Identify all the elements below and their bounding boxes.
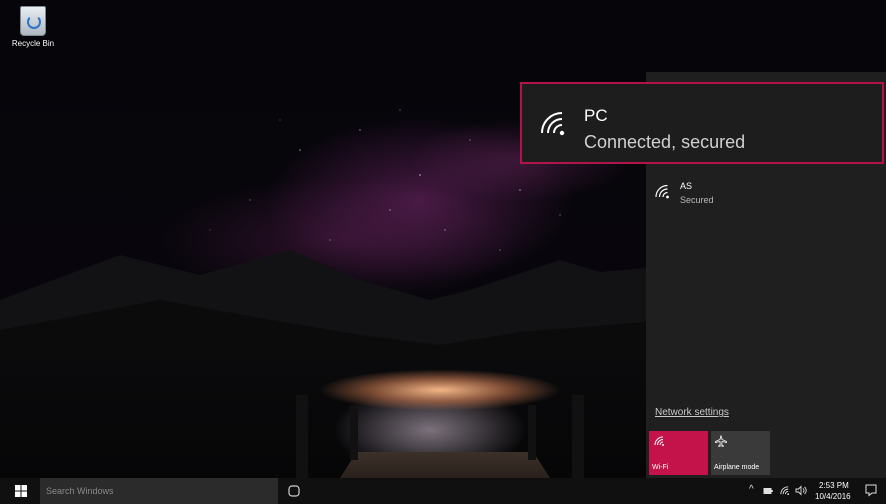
search-placeholder: Search Windows — [46, 486, 114, 496]
pier-post — [572, 395, 584, 478]
recycle-bin-icon — [20, 6, 46, 36]
windows-logo-icon — [15, 485, 27, 497]
network-item-highlighted[interactable]: PC Connected, secured — [520, 82, 884, 164]
network-item-pc[interactable]: PC Connected, secured — [522, 84, 882, 162]
network-item-as[interactable]: AS Secured — [654, 178, 854, 212]
desktop-screen: Recycle Bin PC Connected, secured AS Sec… — [0, 0, 886, 504]
airplane-mode-tile[interactable]: Airplane mode — [711, 431, 770, 475]
wifi-icon — [655, 184, 669, 199]
network-settings-link[interactable]: Network settings — [655, 407, 729, 418]
pier-post — [528, 405, 536, 460]
start-button[interactable] — [0, 478, 40, 504]
pier-post — [296, 395, 308, 478]
volume-icon[interactable] — [795, 485, 807, 496]
recycle-bin-label: Recycle Bin — [11, 39, 55, 48]
clock-time[interactable]: 2:53 PM — [819, 481, 849, 490]
wallpaper-pier — [340, 452, 550, 478]
battery-icon[interactable] — [763, 487, 773, 495]
pier-post — [350, 405, 358, 460]
wifi-tile[interactable]: Wi-Fi — [649, 431, 708, 475]
network-status: Secured — [680, 195, 714, 205]
network-name: PC — [584, 106, 608, 125]
taskbar: Search Windows ^ 2:53 PM 10/4/2016 — [0, 478, 886, 504]
airplane-icon — [715, 435, 727, 447]
task-view-icon[interactable] — [284, 482, 304, 500]
wifi-icon — [541, 112, 565, 136]
action-center-icon[interactable] — [864, 483, 878, 497]
network-status: Connected, secured — [584, 132, 746, 152]
wifi-tile-label: Wi-Fi — [652, 464, 669, 471]
clock-date[interactable]: 10/4/2016 — [815, 492, 851, 501]
show-hidden-icons-icon[interactable]: ^ — [749, 484, 754, 495]
wifi-icon[interactable] — [779, 485, 790, 496]
recycle-bin[interactable]: Recycle Bin — [6, 6, 60, 48]
network-name: AS — [680, 181, 693, 191]
airplane-mode-tile-label: Airplane mode — [714, 464, 760, 471]
wifi-icon — [654, 436, 664, 446]
search-box[interactable]: Search Windows — [40, 478, 278, 504]
